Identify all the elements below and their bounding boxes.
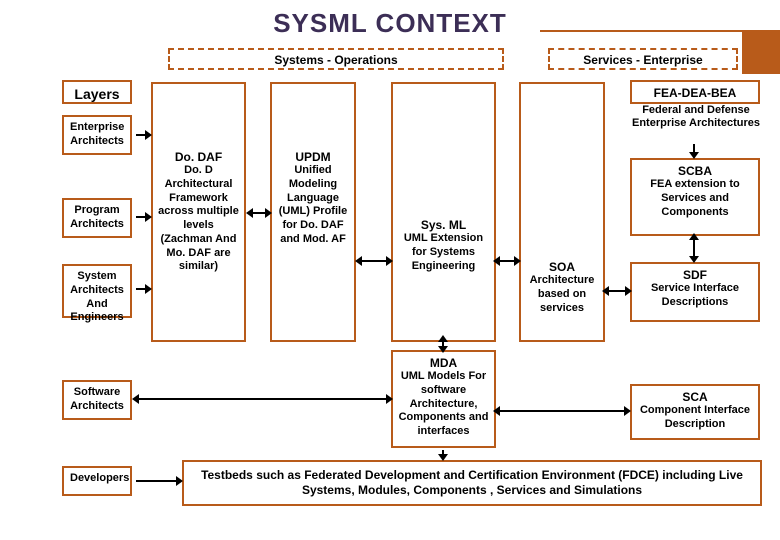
arrow-soa-sdf: [609, 290, 625, 292]
layer-pa-label: Program Architects: [70, 204, 124, 232]
soa-text: Architecture based on services: [525, 274, 599, 315]
layer-sa-label: Software Architects: [70, 386, 124, 414]
layer-enterprise-architects: Enterprise Architects: [62, 115, 132, 155]
fea-title: FEA-DEA-BEA: [638, 86, 752, 100]
accent-bar: [742, 30, 780, 74]
arrow-sa-mda: [139, 398, 386, 400]
dodaf-text: Do. D Architectural Framework across mul…: [157, 164, 240, 274]
mda-title: MDA: [397, 356, 490, 370]
arrow-fea-scba: [693, 144, 695, 152]
layer-system-architects-engineers: System Architects And Engineers: [62, 264, 132, 318]
mda-text: UML Models For software Architecture, Co…: [397, 370, 490, 439]
sysml-title: Sys. ML: [397, 218, 490, 232]
page-title: SYSML CONTEXT: [0, 0, 780, 39]
layer-program-architects: Program Architects: [62, 198, 132, 238]
scba-text: FEA extension to Services and Components: [638, 178, 752, 219]
arrow-mda-sca: [500, 410, 624, 412]
sca-box: SCA Component Interface Description: [630, 384, 760, 440]
arrow-sysml-mda: [442, 342, 444, 346]
arrow-updm-sysml: [362, 260, 386, 262]
arrow-pa-dodaf: [136, 216, 145, 218]
sdf-text: Service Interface Descriptions: [638, 282, 752, 310]
sca-title: SCA: [638, 390, 752, 404]
region-systems-operations: Systems - Operations: [168, 48, 504, 70]
arrow-dodaf-updm: [253, 212, 265, 214]
arrow-scba-sdf: [693, 240, 695, 256]
layer-ea-label: Enterprise Architects: [70, 121, 124, 149]
sca-text: Component Interface Description: [638, 404, 752, 432]
arrow-mda-testbed: [442, 450, 444, 454]
testbed-text: Testbeds such as Federated Development a…: [192, 468, 752, 498]
layers-label: Layers: [70, 86, 124, 102]
arrow-ea-dodaf: [136, 134, 145, 136]
scba-box: SCBA FEA extension to Services and Compo…: [630, 158, 760, 236]
dodaf-box: Do. DAF Do. D Architectural Framework ac…: [151, 82, 246, 342]
region-services-enterprise: Services - Enterprise: [548, 48, 738, 70]
updm-title: UPDM: [276, 150, 350, 164]
testbed-box: Testbeds such as Federated Development a…: [182, 460, 762, 506]
fea-box: FEA-DEA-BEA: [630, 80, 760, 104]
layer-developers: Developers: [62, 466, 132, 496]
sysml-text: UML Extension for Systems Engineering: [397, 232, 490, 273]
mda-box: MDA UML Models For software Architecture…: [391, 350, 496, 448]
sdf-title: SDF: [638, 268, 752, 282]
arrow-dev-testbed: [136, 480, 176, 482]
soa-title: SOA: [525, 260, 599, 274]
sdf-box: SDF Service Interface Descriptions: [630, 262, 760, 322]
soa-box: SOA Architecture based on services: [519, 82, 605, 342]
layer-dev-label: Developers: [70, 472, 124, 486]
dodaf-title: Do. DAF: [157, 150, 240, 164]
layers-box: Layers: [62, 80, 132, 104]
sysml-box: Sys. ML UML Extension for Systems Engine…: [391, 82, 496, 342]
scba-title: SCBA: [638, 164, 752, 178]
layer-software-architects: Software Architects: [62, 380, 132, 420]
layer-sae-label: System Architects And Engineers: [70, 270, 124, 325]
arrow-sysml-soa: [500, 260, 514, 262]
updm-box: UPDM Unified Modeling Language (UML) Pro…: [270, 82, 356, 342]
updm-text: Unified Modeling Language (UML) Profile …: [276, 164, 350, 247]
fea-subtitle: Federal and Defense Enterprise Architect…: [632, 104, 760, 130]
arrow-sae-dodaf: [136, 288, 145, 290]
